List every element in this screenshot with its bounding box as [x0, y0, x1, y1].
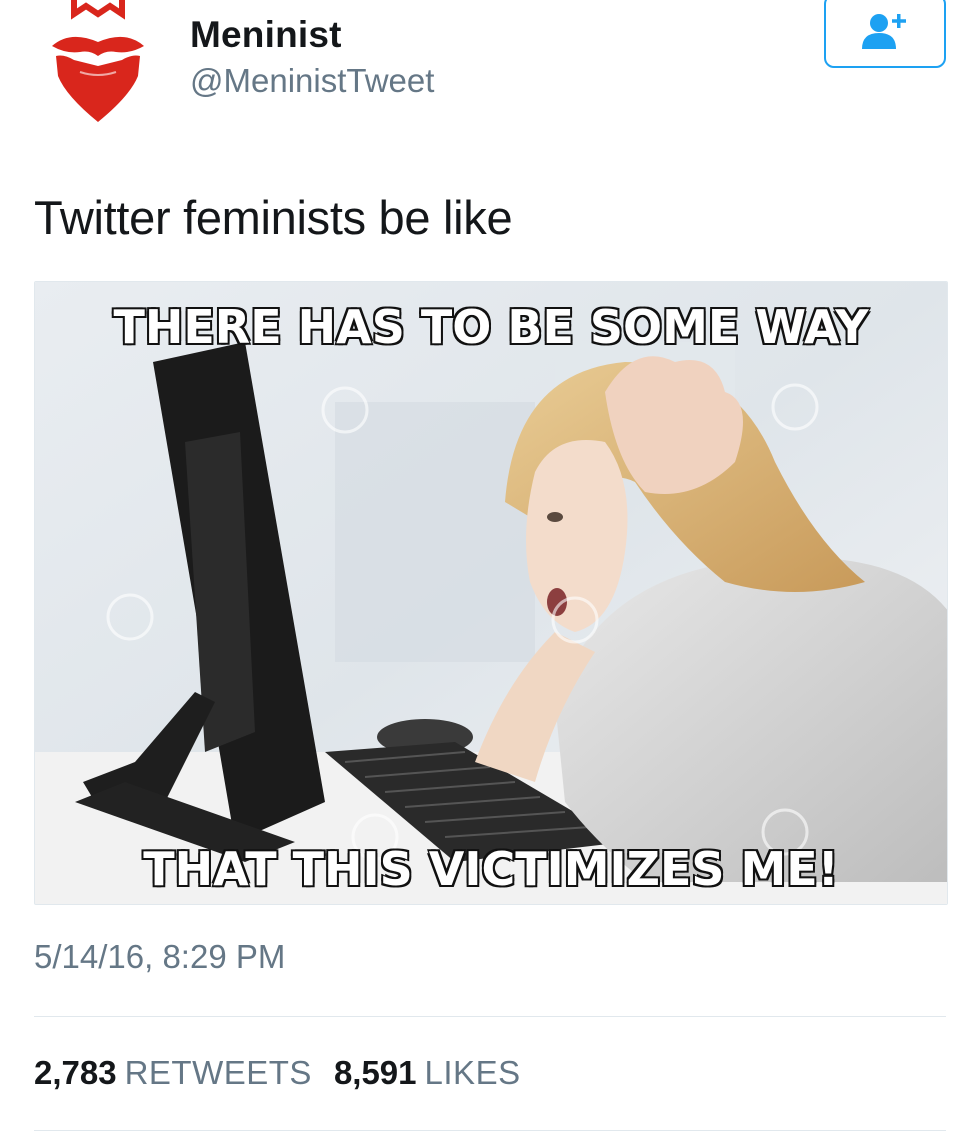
tweet-stats: 2,783 RETWEETS 8,591 LIKES — [34, 1054, 543, 1092]
meme-photo — [35, 282, 947, 904]
user-handle[interactable]: @MeninistTweet — [190, 62, 434, 100]
retweets-count: 2,783 — [34, 1054, 117, 1091]
meme-top-caption: THERE HAS TO BE SOME WAY — [112, 299, 869, 355]
divider — [34, 1130, 946, 1131]
add-user-icon — [862, 14, 906, 49]
likes-stat[interactable]: 8,591 LIKES — [334, 1054, 521, 1092]
red-mustache-beard-logo-icon — [52, 0, 144, 122]
divider — [34, 1016, 946, 1017]
likes-count: 8,591 — [333, 1054, 417, 1091]
tweet-timestamp[interactable]: 5/14/16, 8:29 PM — [34, 938, 285, 976]
tweet-card: Meninist @MeninistTweet Twitter feminist… — [0, 0, 980, 1132]
avatar[interactable] — [34, 0, 162, 128]
tweet-media-image[interactable]: THERE HAS TO BE SOME WAY THAT THIS VICTI… — [34, 281, 948, 905]
likes-label: LIKES — [424, 1054, 521, 1091]
display-name[interactable]: Meninist — [190, 14, 342, 56]
follow-button[interactable] — [824, 0, 946, 68]
tweet-text: Twitter feminists be like — [34, 191, 513, 244]
retweets-stat[interactable]: 2,783 RETWEETS — [34, 1054, 312, 1092]
meme-bottom-caption: THAT THIS VICTIMIZES ME! — [142, 841, 839, 897]
retweets-label: RETWEETS — [124, 1054, 312, 1091]
